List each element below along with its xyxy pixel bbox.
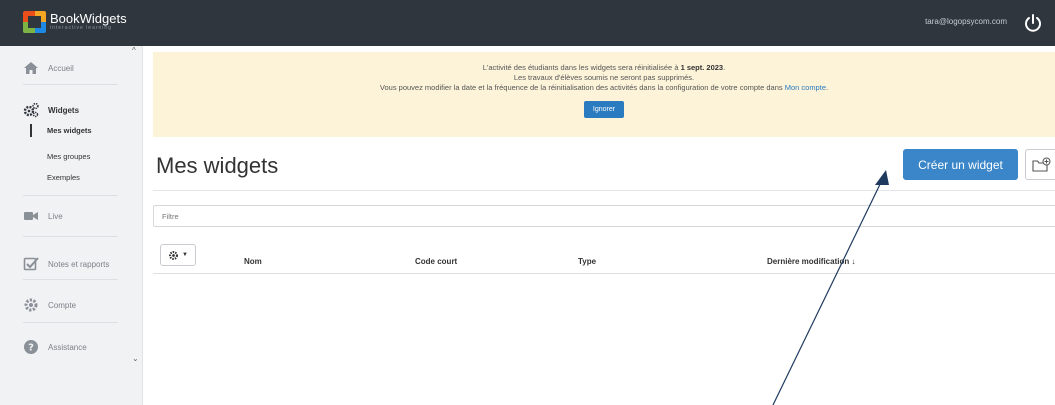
- sidebar-divider: [23, 236, 118, 237]
- gear-icon: [169, 250, 178, 260]
- scroll-down-icon[interactable]: ⌄: [132, 354, 139, 363]
- sidebar-divider: [23, 322, 118, 323]
- sidebar-subitem-mes-widgets[interactable]: Mes widgets: [47, 126, 92, 135]
- active-indicator: [30, 124, 32, 137]
- sidebar-item-live[interactable]: Live: [23, 208, 63, 224]
- sidebar-item-accueil[interactable]: Accueil: [23, 60, 74, 76]
- top-bar: BookWidgets interactive learning tara@lo…: [0, 0, 1055, 46]
- sidebar-subitem-mes-groupes[interactable]: Mes groupes: [47, 152, 90, 161]
- logo-subtitle: interactive learning: [50, 25, 112, 31]
- sidebar-item-label: Compte: [48, 300, 77, 310]
- sidebar-divider: [23, 195, 118, 196]
- sidebar: ^ Accueil Widgets Mes widgets Mes groupe…: [0, 46, 143, 405]
- create-widget-button[interactable]: Créer un widget: [903, 149, 1018, 180]
- page-title: Mes widgets: [156, 153, 279, 178]
- sidebar-item-label: Live: [48, 211, 63, 221]
- column-header-type[interactable]: Type: [578, 257, 596, 266]
- notice-line-1: L'activité des étudiants dans les widget…: [482, 63, 726, 72]
- notice-line-3: Vous pouvez modifier la date et la fréqu…: [379, 83, 829, 92]
- scroll-up-icon[interactable]: ^: [132, 46, 136, 55]
- folder-add-icon: [1032, 157, 1051, 172]
- sidebar-item-label: Widgets: [48, 105, 80, 115]
- sidebar-item-notes[interactable]: Notes et rapports: [23, 256, 109, 272]
- column-header-derniere-modification[interactable]: Dernière modification ↓: [767, 257, 855, 266]
- sidebar-item-label: Notes et rapports: [48, 259, 110, 269]
- table-header-divider: [153, 273, 1055, 274]
- logo-title: BookWidgets: [50, 11, 127, 26]
- title-divider: [153, 190, 1055, 191]
- svg-text:?: ?: [28, 343, 34, 354]
- gear-icon: [24, 298, 38, 312]
- sidebar-item-widgets[interactable]: Widgets: [23, 102, 79, 118]
- logo-mark-icon: [23, 11, 46, 33]
- sidebar-divider: [23, 279, 118, 280]
- app-logo[interactable]: BookWidgets interactive learning: [23, 11, 127, 33]
- sidebar-subitem-exemples[interactable]: Exemples: [47, 173, 80, 182]
- user-email[interactable]: tara@logopsycom.com: [925, 17, 1007, 26]
- notice-line-2: Les travaux d'élèves soumis ne seront pa…: [513, 73, 695, 82]
- sidebar-item-assistance[interactable]: ? Assistance: [23, 339, 87, 355]
- power-icon[interactable]: [1023, 13, 1043, 33]
- checkbox-icon: [23, 257, 39, 271]
- bulk-actions-button[interactable]: ▼: [160, 244, 196, 266]
- home-icon: [24, 62, 38, 74]
- new-folder-button[interactable]: [1025, 149, 1055, 180]
- caret-down-icon: ▼: [182, 252, 188, 258]
- column-header-code-court[interactable]: Code court: [415, 257, 457, 266]
- gears-icon: [23, 102, 39, 118]
- ignore-button[interactable]: Ignorer: [583, 101, 625, 118]
- sidebar-item-compte[interactable]: Compte: [23, 297, 76, 313]
- sidebar-item-label: Assistance: [48, 342, 87, 352]
- sidebar-item-label: Accueil: [48, 63, 74, 73]
- reset-notice-banner: L'activité des étudiants dans les widget…: [153, 52, 1055, 137]
- video-camera-icon: [24, 212, 38, 220]
- mon-compte-link[interactable]: Mon compte: [785, 83, 826, 92]
- question-icon: ?: [24, 340, 38, 354]
- column-header-nom[interactable]: Nom: [244, 257, 262, 266]
- sidebar-divider: [23, 84, 118, 85]
- filter-input[interactable]: Filtre: [153, 205, 1055, 227]
